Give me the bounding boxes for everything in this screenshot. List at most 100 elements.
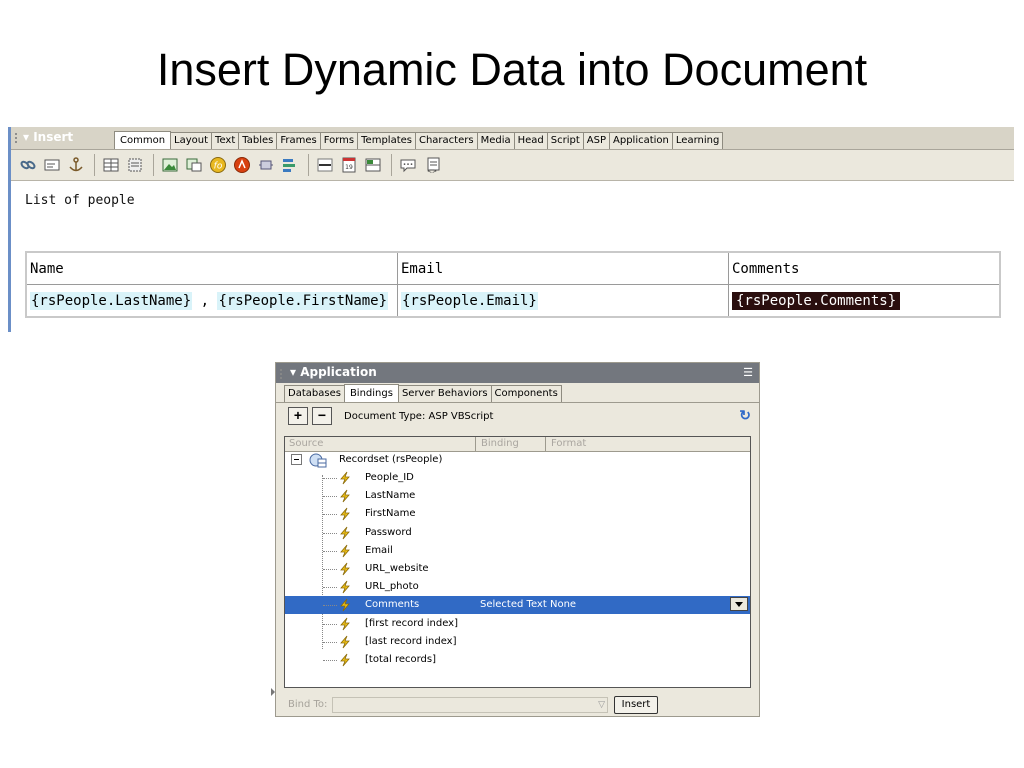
tab-text[interactable]: Text — [211, 132, 240, 149]
panel-expander-arrow-icon[interactable] — [271, 688, 275, 696]
table-header-email[interactable]: Email — [397, 251, 729, 285]
name-cell[interactable]: {rsPeople.LastName} , {rsPeople.FirstNam… — [25, 284, 398, 318]
email-cell[interactable]: {rsPeople.Email} — [397, 284, 729, 318]
list-item[interactable]: Password — [285, 524, 750, 542]
tab-script[interactable]: Script — [546, 132, 584, 149]
image-placeholder-icon[interactable] — [183, 154, 205, 176]
list-item[interactable]: People_ID — [285, 469, 750, 487]
application-panel: ▾ Application ☰ Databases Bindings Serve… — [271, 362, 760, 717]
document-area[interactable]: List of people — [11, 181, 1014, 208]
format-value: None — [550, 599, 577, 611]
dynamic-comments-selected[interactable]: {rsPeople.Comments} — [732, 291, 901, 310]
column-binding[interactable]: Binding — [481, 438, 519, 449]
grip-icon[interactable] — [279, 368, 283, 380]
column-source[interactable]: Source — [289, 438, 323, 449]
tab-frames[interactable]: Frames — [276, 132, 321, 149]
refresh-icon[interactable]: ↻ — [739, 407, 751, 424]
people-table[interactable]: Name Email Comments {rsPeople.LastName} … — [25, 251, 1001, 318]
date-icon[interactable]: 19 — [338, 154, 360, 176]
name-separator: , — [192, 292, 218, 309]
tab-templates[interactable]: Templates — [357, 132, 416, 149]
svg-text:19: 19 — [345, 164, 353, 171]
dynamic-email[interactable]: {rsPeople.Email} — [401, 291, 538, 310]
shockwave-icon[interactable] — [231, 154, 253, 176]
tab-characters[interactable]: Characters — [414, 132, 478, 149]
tab-application[interactable]: Application — [609, 132, 673, 149]
chevron-down-icon[interactable]: ▽ — [598, 699, 605, 710]
insert-panel-title[interactable]: ▾ Insert — [23, 130, 73, 144]
svg-text:•••: ••• — [403, 162, 414, 169]
bind-to-select[interactable]: ▽ — [332, 697, 608, 713]
tab-learning[interactable]: Learning — [671, 132, 724, 149]
dynamic-lastname[interactable]: {rsPeople.LastName} — [30, 291, 193, 310]
table-icon[interactable] — [100, 154, 122, 176]
list-item[interactable]: [total records] — [285, 651, 750, 669]
flash-icon[interactable]: fo — [207, 154, 229, 176]
remove-binding-button[interactable]: − — [312, 407, 332, 425]
tab-tables[interactable]: Tables — [238, 132, 278, 149]
recordset-row[interactable]: Recordset (rsPeople) — [285, 451, 750, 469]
field-row-selected[interactable]: Comments Selected Text None — [285, 596, 750, 615]
table-header-comments[interactable]: Comments — [728, 251, 1001, 285]
list-item[interactable]: URL_photo — [285, 578, 750, 596]
insert-button[interactable]: Insert — [614, 696, 658, 714]
add-binding-button[interactable]: + — [288, 407, 308, 425]
tab-components[interactable]: Components — [490, 385, 562, 402]
list-item[interactable]: URL_website — [285, 560, 750, 578]
bind-to-row: Bind To: ▽ Insert — [276, 694, 759, 716]
comment-icon[interactable]: ••• — [397, 154, 419, 176]
tab-layout[interactable]: Layout — [170, 132, 213, 149]
list-item[interactable]: Email — [285, 542, 750, 560]
plugin-icon[interactable] — [255, 154, 277, 176]
field-label: [last record index] — [365, 635, 457, 647]
field-label: FirstName — [365, 508, 416, 520]
field-label: URL_website — [365, 563, 429, 574]
dynamic-firstname[interactable]: {rsPeople.FirstName} — [217, 291, 389, 310]
comments-cell[interactable]: {rsPeople.Comments} — [728, 284, 1001, 318]
list-item[interactable]: FirstName — [285, 505, 750, 523]
table-header-name[interactable]: Name — [25, 251, 398, 285]
slide-title: Insert Dynamic Data into Document — [156, 44, 868, 95]
column-format[interactable]: Format — [551, 438, 586, 449]
horizontal-rule-icon[interactable] — [314, 154, 336, 176]
application-panel-header: ▾ Application ☰ — [276, 363, 759, 383]
named-anchor-icon[interactable] — [65, 154, 87, 176]
insert-icon-toolbar: fo 19 ••• <> — [11, 150, 1014, 181]
chevron-down-icon — [735, 602, 743, 608]
hyperlink-icon[interactable] — [17, 154, 39, 176]
grip-icon[interactable] — [14, 132, 18, 144]
image-icon[interactable] — [159, 154, 181, 176]
tab-asp[interactable]: ASP — [582, 132, 611, 149]
document-type-label: Document Type: ASP VBScript — [344, 411, 494, 422]
tab-bindings[interactable]: Bindings — [343, 384, 399, 402]
bindings-column-header: Source Binding Format — [285, 437, 750, 452]
tab-databases[interactable]: Databases — [284, 385, 345, 402]
list-item[interactable]: [first record index] — [285, 615, 750, 633]
tab-media[interactable]: Media — [476, 132, 515, 149]
layer-icon[interactable] — [124, 154, 146, 176]
navigation-bar-icon[interactable] — [279, 154, 301, 176]
application-tab-list: Databases Bindings Server Behaviors Comp… — [284, 384, 562, 402]
list-item[interactable]: LastName — [285, 487, 750, 505]
bindings-tree[interactable]: Source Binding Format Recordset (rsPeopl… — [284, 436, 751, 688]
tag-chooser-icon[interactable]: <> — [421, 154, 443, 176]
svg-text:<>: <> — [427, 168, 437, 174]
list-item[interactable]: [last record index] — [285, 633, 750, 651]
table-header-row: Name Email Comments — [25, 251, 1001, 285]
application-panel-title[interactable]: ▾ Application — [290, 365, 377, 379]
table-row: {rsPeople.LastName} , {rsPeople.FirstNam… — [25, 284, 1001, 318]
field-label: Password — [365, 526, 412, 538]
tabular-data-icon[interactable] — [362, 154, 384, 176]
field-label: LastName — [365, 490, 416, 502]
tab-head[interactable]: Head — [513, 132, 548, 149]
tab-server-behaviors[interactable]: Server Behaviors — [397, 385, 492, 402]
application-tabs: Databases Bindings Server Behaviors Comp… — [276, 383, 759, 403]
format-dropdown-button[interactable] — [730, 597, 748, 612]
toolbar-separator — [153, 154, 154, 176]
tab-forms[interactable]: Forms — [319, 132, 359, 149]
bindings-toolbar: + − Document Type: ASP VBScript ↻ — [276, 403, 759, 427]
toolbar-separator — [391, 154, 392, 176]
tab-common[interactable]: Common — [114, 131, 172, 149]
email-link-icon[interactable] — [41, 154, 63, 176]
panel-options-menu-icon[interactable]: ☰ — [743, 366, 753, 379]
